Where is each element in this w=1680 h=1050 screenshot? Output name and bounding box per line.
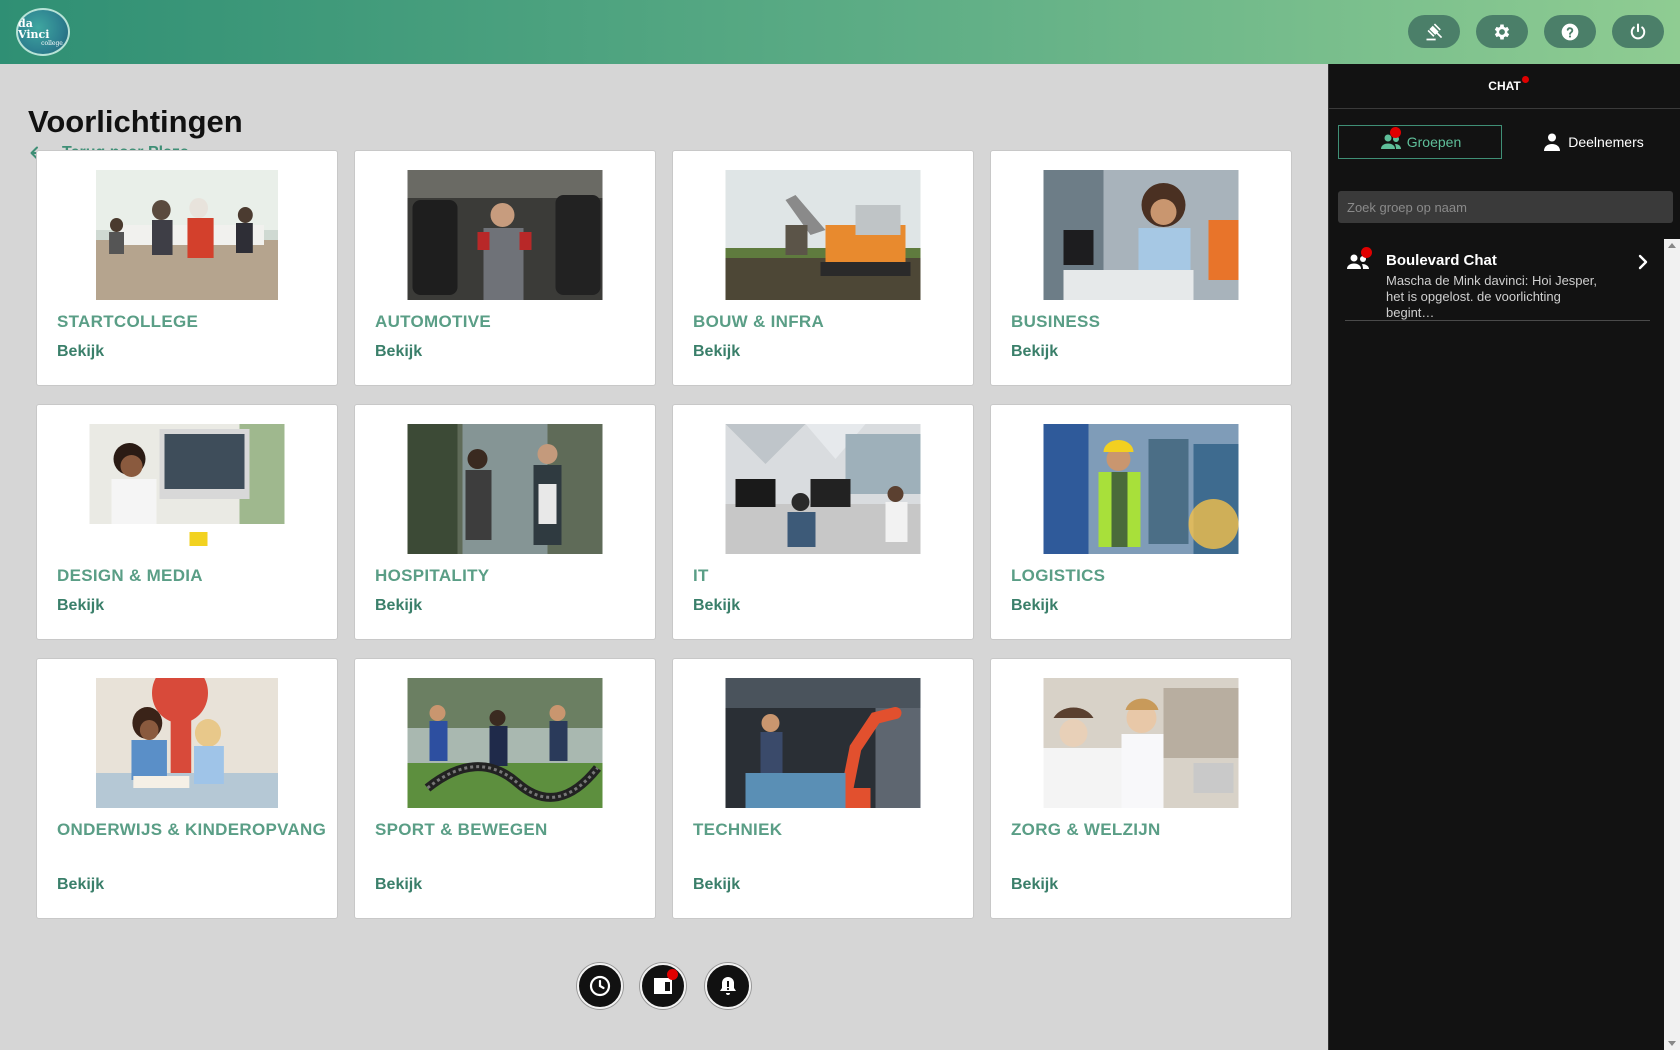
card-title: SPORT & BEWEGEN <box>375 820 548 839</box>
help-button[interactable] <box>1544 15 1596 48</box>
card-it[interactable]: IT Bekijk <box>672 404 974 640</box>
card-image <box>407 170 603 300</box>
person-icon <box>1544 133 1561 151</box>
history-button[interactable] <box>577 963 623 1009</box>
view-link[interactable]: Bekijk <box>57 597 104 615</box>
card-title: BOUW & INFRA <box>693 312 825 331</box>
card-logistics[interactable]: LOGISTICS Bekijk <box>990 404 1292 640</box>
card-title: DESIGN & MEDIA <box>57 566 203 585</box>
card-sport-bewegen[interactable]: SPORT & BEWEGEN Bekijk <box>354 658 656 919</box>
card-onderwijs-kinderopvang[interactable]: ONDERWIJS & KINDEROPVANG Bekijk <box>36 658 338 919</box>
card-image <box>1043 678 1239 808</box>
card-zorg-welzijn[interactable]: ZORG & WELZIJN Bekijk <box>990 658 1292 919</box>
page-title: Voorlichtingen <box>28 104 243 139</box>
card-image <box>725 678 921 808</box>
settings-button[interactable] <box>1476 15 1528 48</box>
group-notification-dot <box>1361 247 1372 258</box>
view-link[interactable]: Bekijk <box>1011 876 1058 894</box>
logo-subtext: college <box>41 39 63 47</box>
card-image <box>89 424 285 554</box>
card-title: STARTCOLLEGE <box>57 312 199 331</box>
view-link[interactable]: Bekijk <box>57 343 104 361</box>
card-bouw-infra[interactable]: BOUW & INFRA Bekijk <box>672 150 974 386</box>
alerts-button[interactable] <box>705 963 751 1009</box>
chevron-right-icon <box>1638 254 1648 270</box>
scroll-up-arrow[interactable] <box>1668 243 1676 248</box>
chat-group-item[interactable]: Boulevard Chat Mascha de Mink davinci: H… <box>1345 239 1650 321</box>
gavel-button[interactable] <box>1408 15 1460 48</box>
agenda-button[interactable] <box>640 963 686 1009</box>
card-techniek[interactable]: TECHNIEK Bekijk <box>672 658 974 919</box>
scroll-down-arrow[interactable] <box>1668 1041 1676 1046</box>
notification-dot <box>667 969 678 980</box>
gavel-icon <box>1426 23 1443 40</box>
card-business[interactable]: BUSINESS Bekijk <box>990 150 1292 386</box>
card-title: ZORG & WELZIJN <box>1011 820 1161 839</box>
clock-icon <box>589 975 611 997</box>
card-title: IT <box>693 566 709 585</box>
chat-header: CHAT <box>1329 64 1680 109</box>
power-icon <box>1630 23 1646 39</box>
chat-last-message: Mascha de Mink davinci: Hoi Jesper, het … <box>1386 273 1597 320</box>
da-vinci-logo[interactable]: da Vinci college <box>16 8 70 56</box>
card-image <box>725 424 921 554</box>
logout-button[interactable] <box>1612 15 1664 48</box>
chat-title: CHAT <box>1488 76 1529 93</box>
card-title: HOSPITALITY <box>375 566 490 585</box>
card-title: TECHNIEK <box>693 820 783 839</box>
card-automotive[interactable]: AUTOMOTIVE Bekijk <box>354 150 656 386</box>
chat-group-name: Boulevard Chat <box>1386 252 1497 269</box>
chat-title-text: CHAT <box>1488 79 1521 93</box>
card-image <box>407 678 603 808</box>
view-link[interactable]: Bekijk <box>57 876 104 894</box>
card-title: AUTOMOTIVE <box>375 312 492 331</box>
card-title: BUSINESS <box>1011 312 1101 331</box>
view-link[interactable]: Bekijk <box>375 343 422 361</box>
card-hospitality[interactable]: HOSPITALITY Bekijk <box>354 404 656 640</box>
view-link[interactable]: Bekijk <box>693 343 740 361</box>
groups-icon-wrap <box>1379 127 1407 152</box>
chat-notification-dot <box>1521 76 1529 83</box>
view-link[interactable]: Bekijk <box>375 597 422 615</box>
chat-panel: CHAT Groepen Deelnemers Zoek groep op na… <box>1328 64 1680 1050</box>
card-image <box>725 170 921 300</box>
logo-text: da Vinci <box>18 16 50 41</box>
card-image <box>1043 170 1239 300</box>
card-image <box>96 678 278 808</box>
card-startcollege[interactable]: STARTCOLLEGE Bekijk <box>36 150 338 386</box>
tab-groups-label: Groepen <box>1406 134 1462 150</box>
view-link[interactable]: Bekijk <box>693 597 740 615</box>
view-link[interactable]: Bekijk <box>1011 597 1058 615</box>
card-image <box>407 424 603 554</box>
card-image <box>1043 424 1239 554</box>
group-search-input[interactable] <box>1338 191 1673 223</box>
card-title: LOGISTICS <box>1011 566 1106 585</box>
bell-alert-icon <box>720 977 736 995</box>
view-link[interactable]: Bekijk <box>375 876 422 894</box>
tab-participants[interactable]: Deelnemers <box>1511 125 1673 159</box>
card-design-media[interactable]: DESIGN & MEDIA Bekijk <box>36 404 338 640</box>
card-image <box>96 170 278 300</box>
groups-notification-dot <box>1389 127 1401 138</box>
group-icon-wrap <box>1345 247 1372 277</box>
top-bar: da Vinci college <box>0 0 1680 64</box>
tab-participants-label: Deelnemers <box>1568 134 1644 150</box>
card-title: ONDERWIJS & KINDEROPVANG <box>57 820 327 839</box>
view-link[interactable]: Bekijk <box>693 876 740 894</box>
gear-icon <box>1494 24 1510 39</box>
help-icon <box>1561 23 1579 40</box>
view-link[interactable]: Bekijk <box>1011 343 1058 361</box>
tab-groups[interactable]: Groepen <box>1338 125 1502 159</box>
chat-scrollbar[interactable] <box>1664 239 1680 1050</box>
